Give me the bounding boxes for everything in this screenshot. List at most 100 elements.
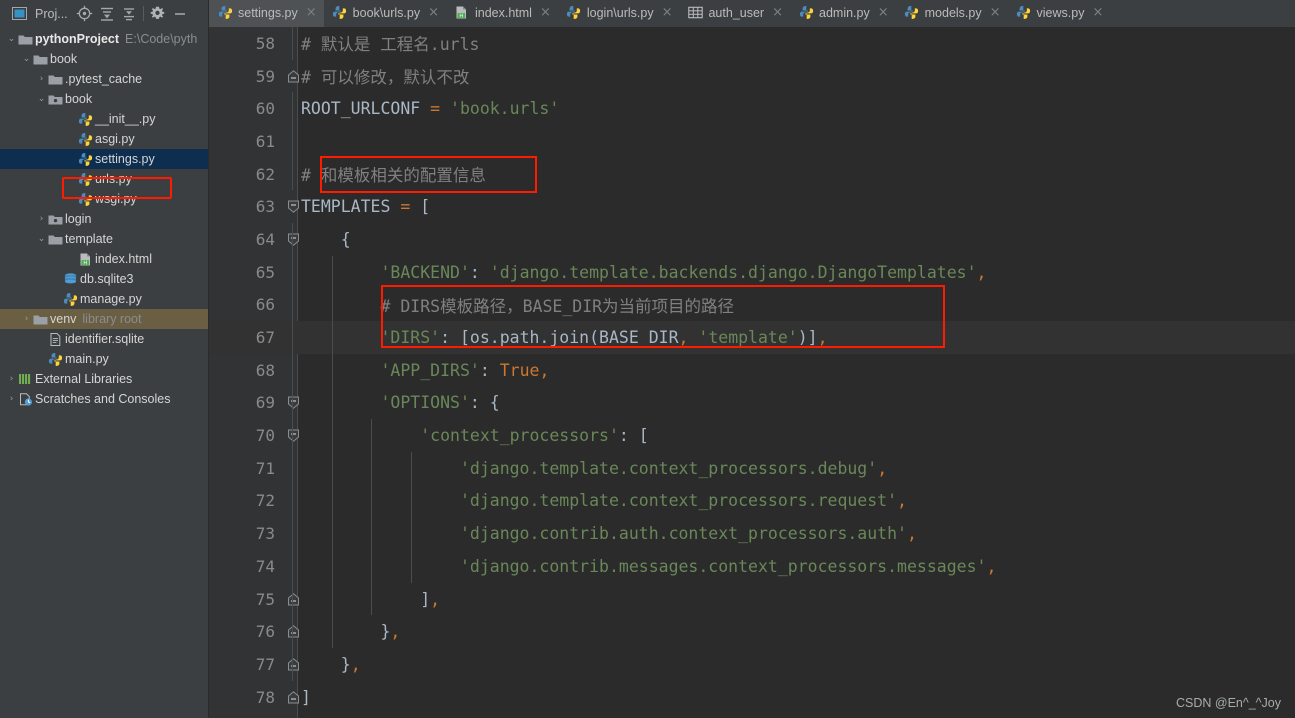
code-line-77[interactable]: 77 }, <box>209 648 1295 681</box>
minimize-icon[interactable] <box>169 3 191 25</box>
fold-start-icon[interactable] <box>284 387 302 420</box>
python-file-icon <box>77 152 94 167</box>
code-line-60[interactable]: 60 ROOT_URLCONF = 'book.urls' <box>209 92 1295 126</box>
code-editor[interactable]: 58 # 默认是 工程名.urls 59 # 可以修改，默认不改 60 ROOT_URLC… <box>209 27 1295 718</box>
tree-item-manage-py[interactable]: manage.py <box>0 289 208 309</box>
tree-item-label: template <box>65 232 113 246</box>
tree-item-settings-py[interactable]: settings.py <box>0 149 208 169</box>
fold-start-icon[interactable] <box>284 419 302 452</box>
chevron-down-icon[interactable]: ⌄ <box>6 34 17 44</box>
tab-views-py[interactable]: views.py × <box>1008 0 1111 27</box>
code-line-74[interactable]: 74 'django.contrib.messages.context_proc… <box>209 550 1295 583</box>
tab-auth_user[interactable]: auth_user × <box>679 0 790 27</box>
code-line-68[interactable]: 68 'APP_DIRS': True, <box>209 353 1295 387</box>
fold-end-icon[interactable] <box>284 583 302 616</box>
tree-item-urls-py[interactable]: urls.py <box>0 169 208 189</box>
tree-item-login[interactable]: › login <box>0 209 208 229</box>
code-line-76[interactable]: 76 }, <box>209 615 1295 649</box>
code-line-62[interactable]: 62 # 和模板相关的配置信息 <box>209 157 1295 191</box>
fold-start-icon[interactable] <box>284 223 302 256</box>
tree-item-venv[interactable]: › venv library root <box>0 309 208 329</box>
tree-item-External-Libraries[interactable]: › External Libraries <box>0 369 208 389</box>
fold-end-icon[interactable] <box>284 60 302 93</box>
code-line-71[interactable]: 71 'django.template.context_processors.d… <box>209 451 1295 485</box>
code-token: 'django.template.backends.django.DjangoT… <box>489 262 977 282</box>
code-token: [ <box>638 426 649 446</box>
close-icon[interactable]: × <box>878 6 889 19</box>
project-panel-button[interactable]: Proj... <box>4 2 74 26</box>
collapse-all-icon[interactable] <box>118 3 140 25</box>
tree-item-book[interactable]: ⌄ book <box>0 49 208 69</box>
code-token: ] <box>301 687 311 707</box>
tree-item-identifier-sqlite[interactable]: identifier.sqlite <box>0 329 208 349</box>
code-text: 'APP_DIRS': True, <box>301 361 1295 380</box>
tab-admin-py[interactable]: admin.py × <box>790 0 896 27</box>
line-number: 75 <box>255 589 275 609</box>
code-line-73[interactable]: 73 'django.contrib.auth.context_processo… <box>209 517 1295 550</box>
module-folder-icon <box>47 93 64 106</box>
chevron-down-icon[interactable]: ⌄ <box>36 234 47 244</box>
fold-end-icon[interactable] <box>284 681 302 714</box>
fold-end-icon[interactable] <box>284 648 302 681</box>
project-tree-panel[interactable]: ⌄ pythonProject E:\Code\pyth ⌄ book › .pytest_… <box>0 27 209 718</box>
tab-models-py[interactable]: models.py × <box>896 0 1008 27</box>
tree-item-book[interactable]: ⌄ book <box>0 89 208 109</box>
code-line-78[interactable]: 78] <box>209 681 1295 714</box>
chevron-right-icon[interactable]: › <box>36 74 47 84</box>
python-file-icon <box>332 5 348 20</box>
close-icon[interactable]: × <box>772 6 783 19</box>
locate-target-icon[interactable] <box>74 3 96 25</box>
line-number: 65 <box>255 262 275 282</box>
tab-index-html[interactable]: Hindex.html × <box>446 0 558 27</box>
code-token: )] <box>797 328 818 348</box>
close-icon[interactable]: × <box>540 6 551 19</box>
chevron-down-icon[interactable]: ⌄ <box>36 94 47 104</box>
close-icon[interactable]: × <box>306 6 317 19</box>
tree-item-wsgi-py[interactable]: wsgi.py <box>0 189 208 209</box>
code-token: True <box>499 360 540 380</box>
code-line-59[interactable]: 59 # 可以修改，默认不改 <box>209 60 1295 93</box>
code-line-66[interactable]: 66 # DIRS模板路径，BASE_DIR为当前项目的路径 <box>209 288 1295 322</box>
code-line-72[interactable]: 72 'django.template.context_processors.r… <box>209 484 1295 518</box>
tree-item-label: settings.py <box>95 152 155 166</box>
python-file-icon <box>77 132 94 147</box>
tree-item-Scratches-and-Consoles[interactable]: › Scratches and Consoles <box>0 389 208 409</box>
tab-settings-py[interactable]: settings.py × <box>209 0 324 27</box>
chevron-right-icon[interactable]: › <box>6 374 17 384</box>
tree-item-index-html[interactable]: Hindex.html <box>0 249 208 269</box>
close-icon[interactable]: × <box>1092 6 1103 19</box>
code-token: TEMPLATES <box>301 197 401 217</box>
code-line-63[interactable]: 63 TEMPLATES = [ <box>209 190 1295 223</box>
fold-end-icon[interactable] <box>284 615 302 648</box>
code-line-67[interactable]: 67 'DIRS': [os.path.join(BASE_DIR, 'temp… <box>209 321 1295 354</box>
tree-item-pythonProject[interactable]: ⌄ pythonProject E:\Code\pyth <box>0 29 208 49</box>
chevron-right-icon[interactable]: › <box>36 214 47 224</box>
tab-login-urls-py[interactable]: login\urls.py × <box>558 0 680 27</box>
tree-item-__init__-py[interactable]: __init__.py <box>0 109 208 129</box>
code-line-69[interactable]: 69 'OPTIONS': { <box>209 386 1295 420</box>
expand-all-icon[interactable] <box>96 3 118 25</box>
tree-item-asgi-py[interactable]: asgi.py <box>0 129 208 149</box>
code-line-61[interactable]: 61 <box>209 125 1295 158</box>
tree-item-main-py[interactable]: main.py <box>0 349 208 369</box>
code-line-75[interactable]: 75 ], <box>209 582 1295 616</box>
code-token: # 默认是 工程名.urls <box>301 35 480 55</box>
indent-guide <box>292 353 293 387</box>
code-line-65[interactable]: 65 'BACKEND': 'django.template.backends.… <box>209 255 1295 289</box>
tab-book-urls-py[interactable]: book\urls.py × <box>324 0 446 27</box>
close-icon[interactable]: × <box>662 6 673 19</box>
chevron-right-icon[interactable]: › <box>21 314 32 324</box>
close-icon[interactable]: × <box>990 6 1001 19</box>
code-line-58[interactable]: 58 # 默认是 工程名.urls <box>209 27 1295 60</box>
chevron-down-icon[interactable]: ⌄ <box>21 54 32 64</box>
tree-item-db-sqlite3[interactable]: db.sqlite3 <box>0 269 208 289</box>
close-icon[interactable]: × <box>428 6 439 19</box>
project-panel-label: Proj... <box>35 6 68 21</box>
gear-icon[interactable] <box>147 3 169 25</box>
tree-item--pytest_cache[interactable]: › .pytest_cache <box>0 69 208 89</box>
tree-item-template[interactable]: ⌄ template <box>0 229 208 249</box>
chevron-right-icon[interactable]: › <box>6 394 17 404</box>
fold-start-icon[interactable] <box>284 190 302 223</box>
code-line-64[interactable]: 64 { <box>209 223 1295 256</box>
code-line-70[interactable]: 70 'context_processors': [ <box>209 419 1295 452</box>
